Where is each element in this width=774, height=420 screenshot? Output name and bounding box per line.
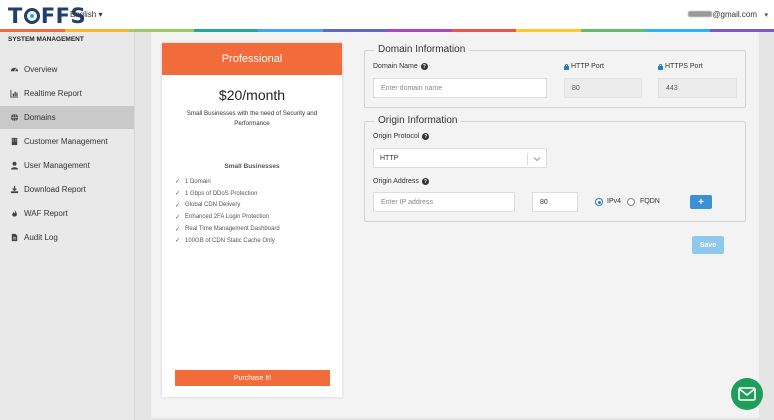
plan-description: Small Businesses with the need of Securi… bbox=[186, 110, 318, 127]
sidebar-item-customer-management[interactable]: Customer Management bbox=[0, 130, 134, 153]
sidebar-item-domains[interactable]: Domains bbox=[0, 106, 134, 129]
chart-icon bbox=[10, 89, 19, 98]
envelope-icon bbox=[738, 387, 756, 401]
fqdn-label: FQDN bbox=[640, 198, 660, 205]
fqdn-radio[interactable] bbox=[627, 198, 635, 206]
user-email[interactable]: @gmail.com bbox=[688, 10, 757, 19]
sidebar-title: SYSTEM MANAGEMENT bbox=[8, 36, 84, 43]
check-icon: ✓ bbox=[175, 202, 181, 209]
ipv4-radio[interactable] bbox=[595, 198, 603, 206]
feature-item: ✓ Enhanced 2FA Login Protection bbox=[175, 214, 270, 221]
help-icon[interactable]: ? bbox=[420, 63, 428, 70]
plan-card: Professional $20/month Small Businesses … bbox=[162, 43, 342, 397]
plan-price: $20/month bbox=[218, 87, 286, 103]
purchase-button[interactable]: Purchase It! bbox=[175, 370, 330, 386]
globe-icon bbox=[10, 113, 19, 122]
check-icon: ✓ bbox=[175, 238, 181, 245]
building-icon bbox=[10, 137, 19, 146]
domain-name-input[interactable]: Enter domain name bbox=[373, 78, 547, 98]
sidebar-item-audit-log[interactable]: Audit Log bbox=[0, 226, 134, 249]
origin-port-input[interactable]: 80 bbox=[532, 192, 578, 212]
redacted-username bbox=[688, 11, 713, 17]
sidebar-item-realtime-report[interactable]: Realtime Report bbox=[0, 82, 134, 105]
chevron-down-icon bbox=[533, 157, 541, 162]
check-icon: ✓ bbox=[175, 214, 181, 221]
help-icon[interactable]: ? bbox=[421, 178, 429, 185]
sidebar-item-download-report[interactable]: Download Report bbox=[0, 178, 134, 201]
feature-item: ✓ 1 Domain bbox=[175, 178, 211, 186]
ipv4-label: IPv4 bbox=[607, 198, 622, 205]
dashboard-icon bbox=[10, 65, 19, 74]
lock-icon bbox=[658, 63, 663, 70]
language-dropdown[interactable]: English ▾ bbox=[70, 10, 102, 19]
feature-list: ✓ 1 Domain ✓ 1 Gbps of DDoS Protection ✓ Gl… bbox=[175, 176, 342, 247]
save-button[interactable]: Save bbox=[692, 236, 724, 254]
origin-protocol-label: Origin Protocol? bbox=[373, 133, 430, 140]
add-origin-button[interactable]: + bbox=[690, 195, 712, 209]
origin-address-label: Origin Address? bbox=[373, 178, 429, 185]
origin-address-input[interactable]: Enter IP address bbox=[373, 192, 515, 212]
feature-item: ✓ 1 Gbps of DDoS Protection bbox=[175, 190, 258, 198]
user-icon bbox=[10, 161, 19, 170]
plan-name: Professional bbox=[162, 43, 342, 75]
sidebar-item-overview[interactable]: Overview bbox=[0, 58, 134, 81]
origin-information-legend: Origin Information bbox=[374, 115, 462, 126]
file-icon bbox=[10, 233, 19, 242]
https-port-label: HTTPS Port bbox=[658, 63, 703, 70]
http-port-label: HTTP Port bbox=[564, 63, 604, 70]
lock-icon bbox=[564, 63, 569, 70]
help-icon[interactable]: ? bbox=[422, 133, 430, 140]
check-icon: ✓ bbox=[175, 226, 181, 233]
chat-button[interactable] bbox=[731, 378, 763, 410]
http-port-field: 80 bbox=[564, 78, 642, 98]
features-title: Small Businesses bbox=[224, 163, 280, 170]
domain-name-label: Domain Name? bbox=[373, 63, 428, 70]
feature-item: ✓ Real Time Management Dashboard bbox=[175, 226, 280, 233]
sidebar-item-user-management[interactable]: User Management bbox=[0, 154, 134, 177]
sidebar-item-waf-report[interactable]: WAF Report bbox=[0, 202, 134, 225]
feature-item: ✓ Global CDN Delivery bbox=[175, 202, 241, 209]
fire-icon bbox=[10, 209, 19, 218]
user-menu-caret-icon[interactable]: ▾ bbox=[764, 11, 768, 19]
domain-information-legend: Domain Information bbox=[374, 44, 470, 55]
top-bar: T FFS English ▾ @gmail.com ▾ bbox=[0, 0, 774, 29]
check-icon: ✓ bbox=[175, 179, 181, 186]
sidebar: SYSTEM MANAGEMENT Overview Realtime Repo… bbox=[0, 32, 135, 420]
feature-item: ✓ 100GB of CDN Static Cache Only bbox=[175, 237, 275, 245]
check-icon: ✓ bbox=[175, 191, 181, 198]
download-icon bbox=[10, 185, 19, 194]
https-port-field: 443 bbox=[658, 78, 737, 98]
origin-protocol-select[interactable]: HTTP bbox=[373, 148, 547, 168]
